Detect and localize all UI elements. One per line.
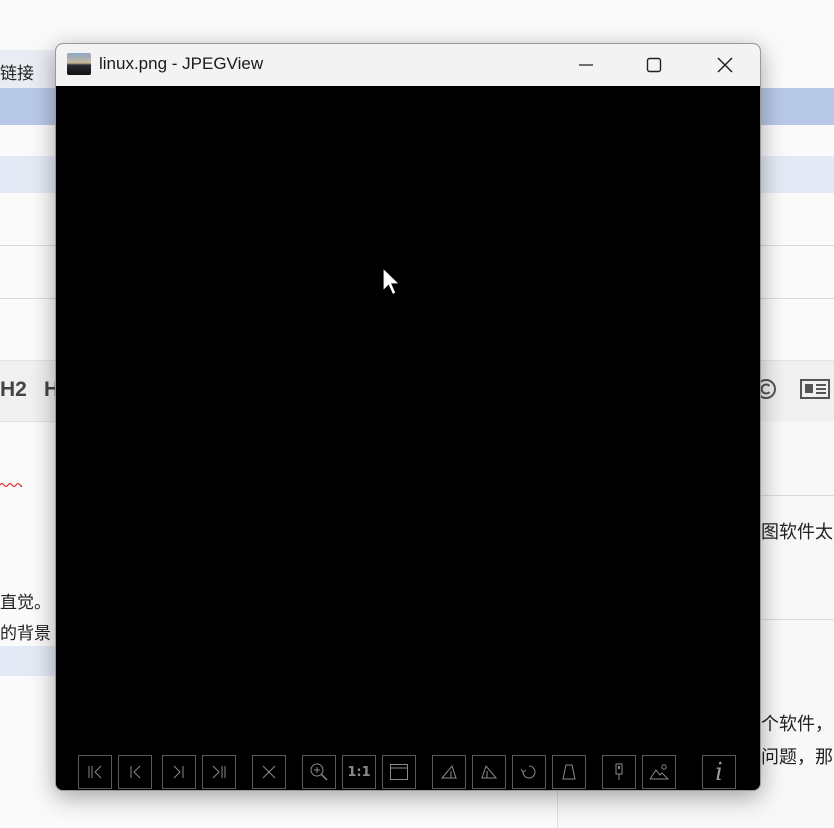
info-icon: i xyxy=(715,758,723,786)
last-image-button[interactable] xyxy=(202,755,236,789)
next-icon xyxy=(173,765,184,779)
rotate-ccw-icon xyxy=(481,764,498,779)
text-line: 的背景 xyxy=(0,624,51,643)
minimize-button[interactable] xyxy=(563,44,609,86)
rotate-free-button[interactable] xyxy=(512,755,546,789)
zoom-in-icon xyxy=(310,763,328,781)
landscape-mode-button[interactable] xyxy=(642,755,676,789)
rotate-clockwise-button[interactable] xyxy=(432,755,466,789)
mouse-pointer-icon xyxy=(382,267,401,296)
panel-text: 图软件太 xyxy=(761,522,833,542)
landscape-icon xyxy=(649,764,670,780)
skip-first-icon xyxy=(88,765,102,779)
rotate-arrow-icon xyxy=(520,765,536,779)
skip-last-icon xyxy=(212,765,226,779)
close-button[interactable] xyxy=(702,44,748,86)
jpegview-window: linux.png - JPEGView 1:1 i xyxy=(55,43,761,791)
app-icon xyxy=(67,53,91,75)
window-icon xyxy=(390,764,408,780)
title-bar[interactable]: linux.png - JPEGView xyxy=(56,44,760,86)
actual-size-label: 1:1 xyxy=(347,764,371,780)
cross-icon xyxy=(262,765,276,779)
selected-block xyxy=(0,646,60,676)
info-button[interactable]: i xyxy=(702,755,736,789)
delete-button[interactable] xyxy=(252,755,286,789)
maximize-button[interactable] xyxy=(631,44,677,86)
text-line: 直觉。 xyxy=(0,593,51,612)
actual-size-button[interactable]: 1:1 xyxy=(342,755,376,789)
minimize-icon xyxy=(579,64,593,66)
trapezoid-icon xyxy=(562,764,576,780)
perspective-button[interactable] xyxy=(552,755,586,789)
newspaper-icon[interactable] xyxy=(800,378,830,400)
spellcheck-underline xyxy=(0,482,22,488)
next-image-button[interactable] xyxy=(162,755,196,789)
first-image-button[interactable] xyxy=(78,755,112,789)
panel-text: 个软件， xyxy=(761,714,833,734)
fit-window-button[interactable] xyxy=(382,755,416,789)
rotate-counterclockwise-button[interactable] xyxy=(472,755,506,789)
previous-icon xyxy=(130,765,141,779)
image-canvas[interactable]: 1:1 i xyxy=(56,86,760,790)
zoom-button[interactable] xyxy=(302,755,336,789)
pin-icon xyxy=(615,763,623,780)
heading-h2-button[interactable]: H2 xyxy=(0,378,27,402)
panel-text: 问题，那 xyxy=(761,747,833,767)
rotate-cw-icon xyxy=(440,764,457,779)
close-icon xyxy=(717,57,733,73)
maximize-icon xyxy=(646,57,662,73)
keep-params-button[interactable] xyxy=(602,755,636,789)
link-label: 链接 xyxy=(0,64,34,83)
window-title: linux.png - JPEGView xyxy=(99,54,264,73)
previous-image-button[interactable] xyxy=(118,755,152,789)
